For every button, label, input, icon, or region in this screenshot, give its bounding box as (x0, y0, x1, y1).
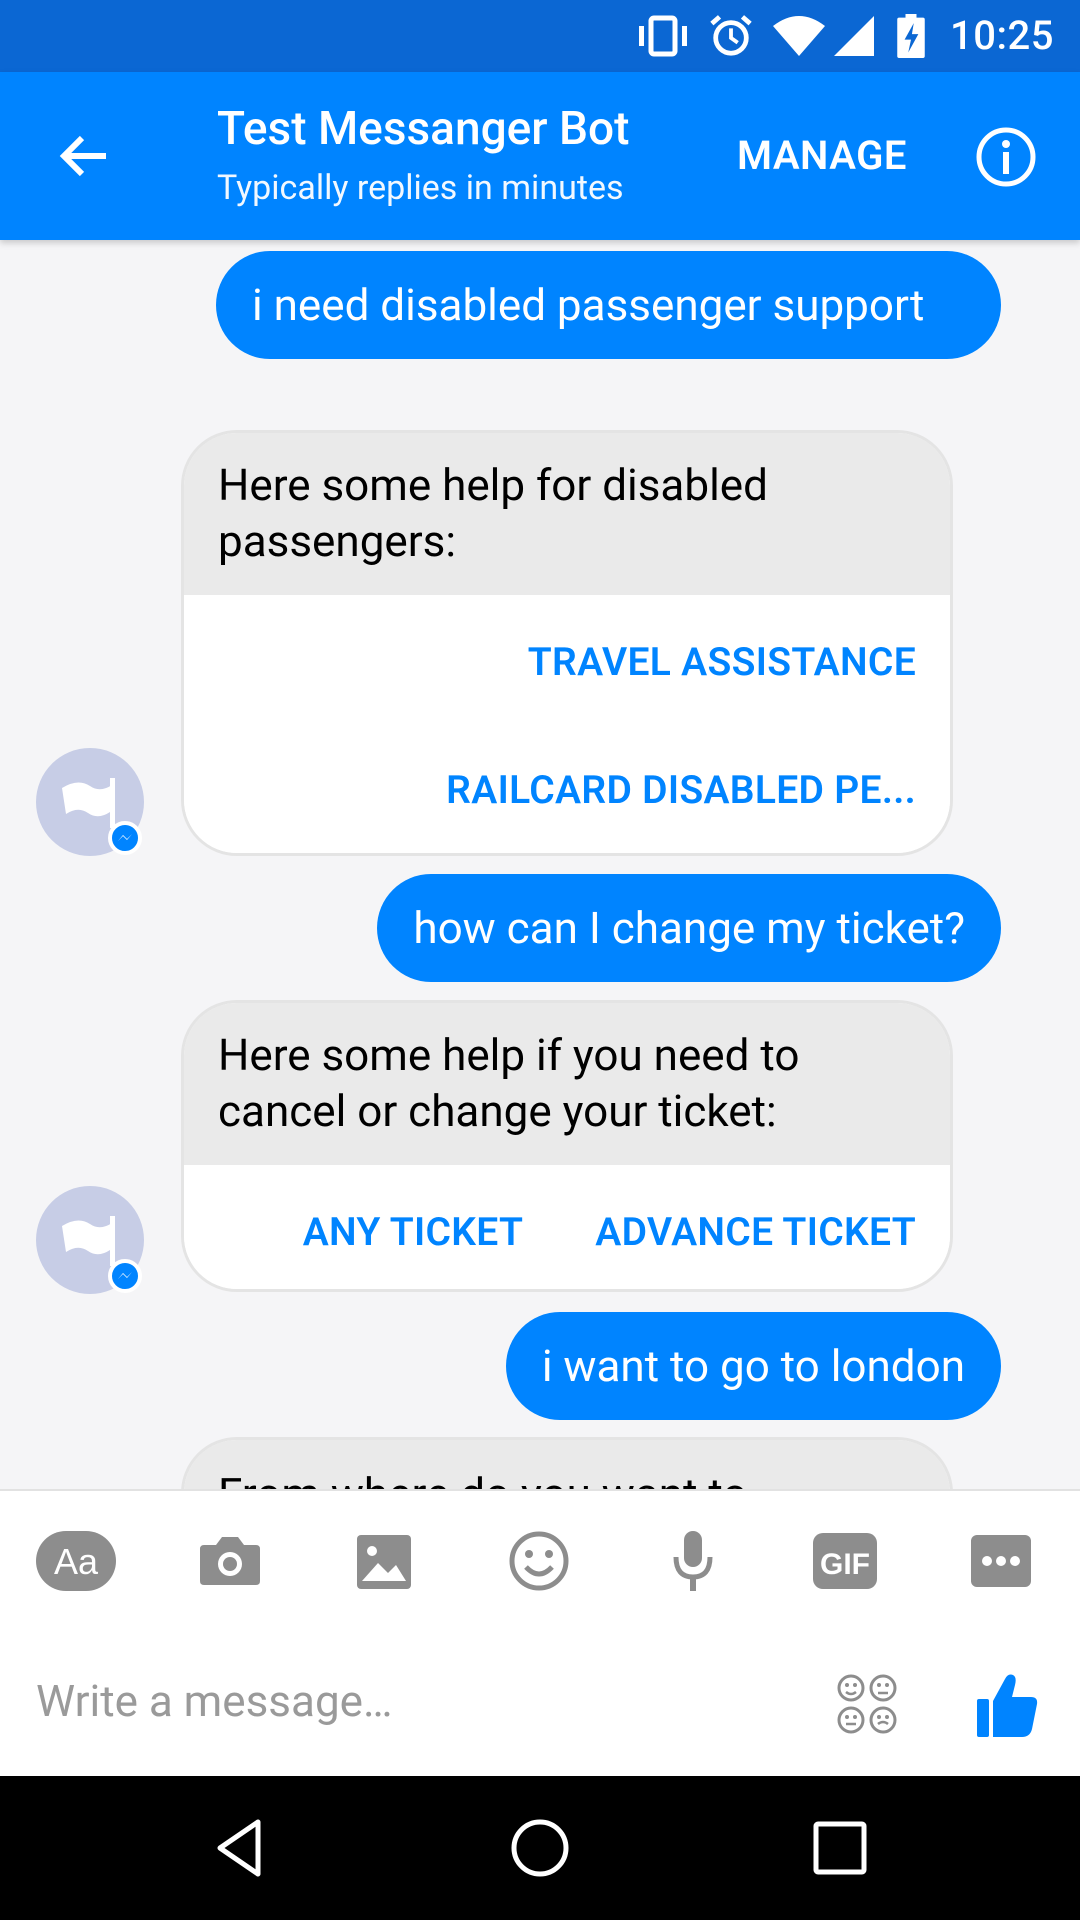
gallery-icon[interactable] (356, 1529, 412, 1593)
bot-avatar[interactable] (36, 1186, 144, 1294)
bot-avatar[interactable] (36, 748, 144, 856)
system-nav-bar (0, 1776, 1080, 1920)
outgoing-message[interactable]: i want to go to london (505, 1312, 1001, 1420)
bot-card-message: Here some help if you need to cancel or … (181, 1000, 953, 1292)
outgoing-message[interactable]: how can I change my ticket? (377, 874, 1001, 982)
nav-back-icon[interactable] (210, 1816, 274, 1880)
battery-charging-icon (897, 14, 925, 58)
vibrate-icon (639, 15, 687, 57)
conversation-subtitle: Typically replies in minutes (217, 168, 624, 208)
card-buttons: TRAVEL ASSISTANCE RAILCARD DISABLED PE..… (184, 595, 950, 853)
more-icon[interactable] (970, 1529, 1032, 1593)
emoji-icon[interactable] (508, 1529, 570, 1593)
conversation-title[interactable]: Test Messanger Bot (217, 102, 629, 156)
manage-button[interactable]: MANAGE (737, 132, 907, 179)
camera-icon[interactable] (198, 1529, 262, 1593)
wifi-icon (773, 16, 825, 56)
conversation-header: Test Messanger Bot Typically replies in … (0, 72, 1080, 240)
microphone-icon[interactable] (670, 1529, 716, 1593)
alarm-icon (710, 15, 752, 56)
composer-toolbar: Aa GIF (0, 1489, 1080, 1631)
card-text: Here some help for disabled passengers: (184, 433, 950, 595)
card-text: From where do you want to (184, 1440, 950, 1489)
bot-card-message: Here some help for disabled passengers: … (181, 430, 953, 856)
svg-text:GIF: GIF (820, 1548, 870, 1581)
info-icon[interactable] (975, 126, 1037, 188)
back-arrow-icon[interactable] (56, 128, 112, 184)
bot-card-message: From where do you want to (181, 1437, 953, 1489)
any-ticket-button[interactable]: ANY TICKET (303, 1209, 524, 1289)
aa-icon[interactable]: Aa (36, 1529, 116, 1593)
messenger-screen: 10:25 Test Messanger Bot Typically repli… (0, 0, 1080, 1920)
svg-text:Aa: Aa (54, 1541, 99, 1582)
travel-assistance-button[interactable]: TRAVEL ASSISTANCE (184, 595, 950, 727)
nav-recents-icon[interactable] (808, 1816, 872, 1880)
like-thumb-icon[interactable] (975, 1671, 1039, 1739)
message-list[interactable]: i need disabled passenger support Here s… (0, 240, 1080, 1489)
railcard-disabled-button[interactable]: RAILCARD DISABLED PE... (184, 727, 950, 853)
advance-ticket-button[interactable]: ADVANCE TICKET (595, 1209, 916, 1289)
outgoing-message[interactable]: i need disabled passenger support (216, 251, 1001, 359)
signal-icon (834, 16, 874, 56)
card-text: Here some help if you need to cancel or … (184, 1003, 950, 1165)
composer-input-row: Write a message… (0, 1631, 1080, 1776)
clock: 10:25 (950, 12, 1054, 59)
gif-icon[interactable]: GIF (812, 1529, 878, 1593)
message-input[interactable]: Write a message… (36, 1675, 392, 1727)
stickers-icon[interactable] (836, 1673, 898, 1735)
status-bar: 10:25 (0, 0, 1080, 72)
nav-home-icon[interactable] (508, 1816, 572, 1880)
card-buttons: ANY TICKET ADVANCE TICKET (184, 1165, 950, 1289)
